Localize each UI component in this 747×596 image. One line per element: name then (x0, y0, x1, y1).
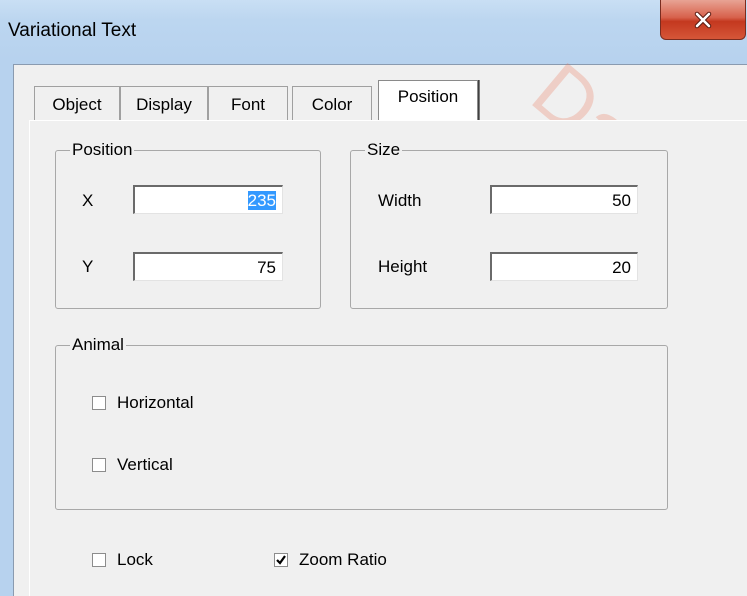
size-group-legend: Size (367, 140, 401, 159)
height-label: Height (378, 257, 428, 276)
lock-checkbox-box[interactable] (92, 553, 106, 567)
y-input[interactable]: 75 (133, 252, 283, 281)
horizontal-checkbox[interactable]: Horizontal (92, 393, 194, 413)
vertical-checkbox-box[interactable] (92, 458, 106, 472)
size-group: Size (350, 141, 668, 309)
y-label: Y (82, 257, 94, 276)
tab-object-label: Object (52, 95, 102, 114)
lock-checkbox-label: Lock (117, 550, 153, 569)
dialog-window: Variational Text Datoe Object Display Fo… (0, 0, 747, 596)
x-label: X (82, 191, 94, 210)
tab-color-label: Color (311, 95, 353, 114)
width-label: Width (378, 191, 422, 210)
horizontal-checkbox-box[interactable] (92, 396, 106, 410)
tab-panel-position: Position X 235 Y 75 Size Width 50 Height… (29, 120, 747, 596)
close-button[interactable] (660, 0, 746, 40)
vertical-checkbox[interactable]: Vertical (92, 455, 173, 475)
close-icon (694, 11, 712, 28)
tab-display[interactable]: Display (120, 86, 208, 120)
zoom-ratio-checkbox-label: Zoom Ratio (299, 550, 387, 569)
tab-font-label: Font (230, 95, 266, 114)
width-value: 50 (612, 191, 631, 210)
y-value: 75 (257, 258, 276, 277)
checkmark-icon (276, 555, 286, 565)
animal-group-legend: Animal (72, 335, 124, 354)
position-group-legend: Position (72, 140, 133, 159)
height-input[interactable]: 20 (490, 252, 638, 281)
vertical-checkbox-label: Vertical (117, 455, 173, 474)
x-input[interactable]: 235 (133, 185, 283, 214)
tab-font[interactable]: Font (208, 86, 288, 120)
position-group: Position (55, 141, 321, 309)
zoom-ratio-checkbox-box[interactable] (274, 553, 288, 567)
zoom-ratio-checkbox[interactable]: Zoom Ratio (274, 550, 387, 570)
tab-object[interactable]: Object (34, 86, 120, 120)
horizontal-checkbox-label: Horizontal (117, 393, 194, 412)
width-input[interactable]: 50 (490, 185, 638, 214)
animal-group: Animal (55, 336, 668, 510)
tab-display-label: Display (136, 95, 192, 114)
x-value: 235 (247, 191, 276, 210)
tab-position[interactable]: Position (378, 80, 478, 120)
tab-position-label: Position (397, 87, 459, 106)
height-value: 20 (612, 258, 631, 277)
lock-checkbox[interactable]: Lock (92, 550, 153, 570)
tab-color[interactable]: Color (292, 86, 372, 120)
window-title: Variational Text (8, 20, 137, 41)
